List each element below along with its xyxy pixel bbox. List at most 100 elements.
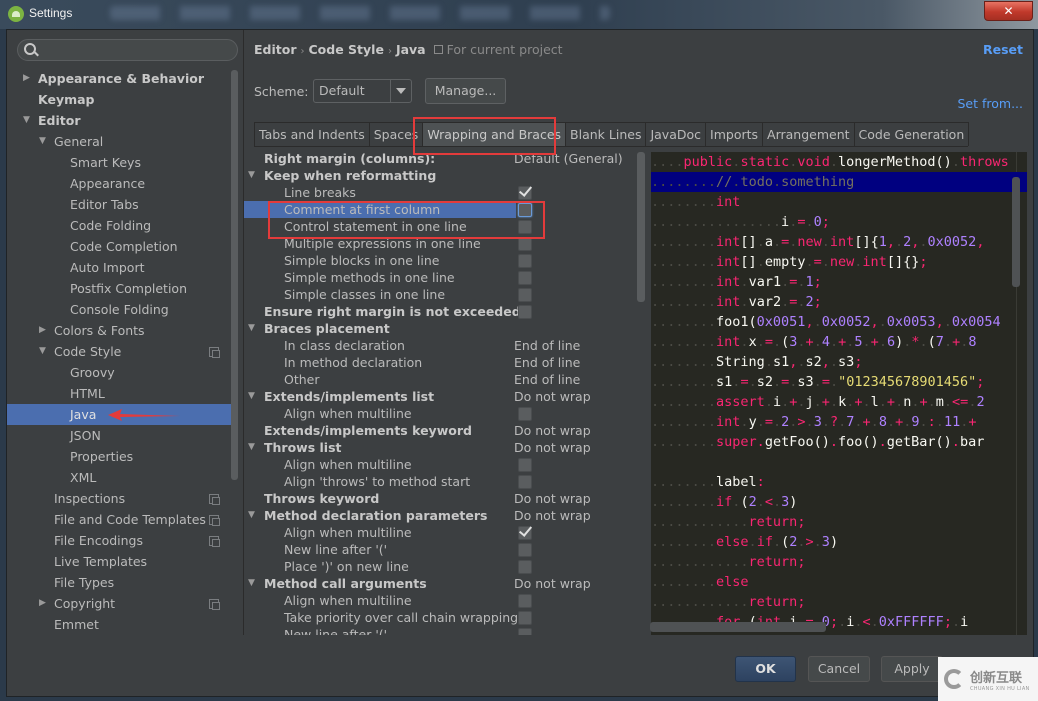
sidebar-item-general[interactable]: ▼ General xyxy=(7,131,231,152)
option-value-select[interactable]: Do not wrap xyxy=(514,388,591,405)
expanded-arrow-icon[interactable]: ▼ xyxy=(248,167,255,184)
option-row-throws-list[interactable]: ▼ Throws list Do not wrap xyxy=(244,439,636,456)
option-row-comment-at-first-column[interactable]: Comment at first column xyxy=(244,201,532,218)
close-button[interactable]: ✕ xyxy=(984,1,1033,21)
tab-arrangement[interactable]: Arrangement xyxy=(762,122,855,146)
sidebar-item-appearance[interactable]: Appearance xyxy=(7,173,231,194)
option-row-align-when-multiline[interactable]: Align when multiline xyxy=(244,524,636,541)
collapsed-arrow-icon[interactable]: ▶ xyxy=(39,593,46,614)
sidebar-item-code-folding[interactable]: Code Folding xyxy=(7,215,231,236)
expanded-arrow-icon[interactable]: ▼ xyxy=(248,507,255,524)
expanded-arrow-icon[interactable]: ▼ xyxy=(23,110,30,131)
option-row-simple-blocks-in-one-line[interactable]: Simple blocks in one line xyxy=(244,252,636,269)
option-row-take-priority-over-call-chain-wrapping[interactable]: Take priority over call chain wrapping xyxy=(244,609,636,626)
option-row-throws-keyword[interactable]: Throws keyword Do not wrap xyxy=(244,490,636,507)
option-row-in-class-declaration[interactable]: In class declaration End of line xyxy=(244,337,636,354)
sidebar-item-properties[interactable]: Properties xyxy=(7,446,231,467)
option-value-select[interactable]: Do not wrap xyxy=(514,490,591,507)
option-row-other[interactable]: Other End of line xyxy=(244,371,636,388)
tab-code-generation[interactable]: Code Generation xyxy=(853,122,970,146)
preview-vertical-scrollbar[interactable] xyxy=(1012,177,1020,287)
option-row-control-statement-in-one-line[interactable]: Control statement in one line xyxy=(244,218,636,235)
sidebar-item-copyright[interactable]: ▶ Copyright xyxy=(7,593,231,614)
expanded-arrow-icon[interactable]: ▼ xyxy=(248,320,255,337)
option-row-in-method-declaration[interactable]: In method declaration End of line xyxy=(244,354,636,371)
sidebar-item-colors-fonts[interactable]: ▶ Colors & Fonts xyxy=(7,320,231,341)
option-value-select[interactable]: Do not wrap xyxy=(514,439,591,456)
collapsed-arrow-icon[interactable]: ▶ xyxy=(39,320,46,341)
tab-javadoc[interactable]: JavaDoc xyxy=(645,122,707,146)
expanded-arrow-icon[interactable]: ▼ xyxy=(39,341,46,362)
apply-button[interactable]: Apply xyxy=(881,656,943,682)
sidebar-item-console-folding[interactable]: Console Folding xyxy=(7,299,231,320)
options-scrollbar[interactable] xyxy=(637,152,645,302)
sidebar-item-live-templates[interactable]: Live Templates xyxy=(7,551,231,572)
option-checkbox[interactable] xyxy=(518,458,532,472)
sidebar-item-editor-tabs[interactable]: Editor Tabs xyxy=(7,194,231,215)
option-row-align-when-multiline[interactable]: Align when multiline xyxy=(244,592,636,609)
option-row-simple-methods-in-one-line[interactable]: Simple methods in one line xyxy=(244,269,636,286)
collapsed-arrow-icon[interactable]: ▶ xyxy=(23,68,30,89)
expanded-arrow-icon[interactable]: ▼ xyxy=(39,131,46,152)
sidebar-item-keymap[interactable]: Keymap xyxy=(7,89,231,110)
sidebar-item-code-completion[interactable]: Code Completion xyxy=(7,236,231,257)
tab-wrapping-and-braces[interactable]: Wrapping and Braces xyxy=(422,122,567,146)
tab-imports[interactable]: Imports xyxy=(705,122,764,146)
manage-button[interactable]: Manage... xyxy=(425,78,506,104)
sidebar-item-file-and-code-templates[interactable]: File and Code Templates xyxy=(7,509,231,530)
preview-horizontal-scrollbar[interactable] xyxy=(650,622,826,632)
option-checkbox[interactable] xyxy=(518,305,532,319)
option-row-multiple-expressions-in-one-line[interactable]: Multiple expressions in one line xyxy=(244,235,636,252)
option-value-select[interactable]: Do not wrap xyxy=(514,422,591,439)
option-row-align-when-multiline[interactable]: Align when multiline xyxy=(244,456,636,473)
option-value-select[interactable]: Do not wrap xyxy=(514,507,591,524)
sidebar-item-postfix-completion[interactable]: Postfix Completion xyxy=(7,278,231,299)
sidebar-item-file-encodings[interactable]: File Encodings xyxy=(7,530,231,551)
option-checkbox[interactable] xyxy=(518,186,532,200)
ok-button[interactable]: OK xyxy=(735,656,796,682)
sidebar-item-appearance-behavior[interactable]: ▶ Appearance & Behavior xyxy=(7,68,231,89)
sidebar-item-code-style[interactable]: ▼ Code Style xyxy=(7,341,231,362)
option-row-new-line-after[interactable]: New line after '(' xyxy=(244,626,636,635)
sidebar-item-editor[interactable]: ▼ Editor xyxy=(7,110,231,131)
sidebar-item-html[interactable]: HTML xyxy=(7,383,231,404)
reset-link[interactable]: Reset xyxy=(983,42,1023,57)
search-input[interactable] xyxy=(17,39,238,61)
set-from-link[interactable]: Set from... xyxy=(957,96,1023,111)
option-checkbox[interactable] xyxy=(518,628,532,635)
option-row-method-declaration-parameters[interactable]: ▼ Method declaration parameters Do not wra… xyxy=(244,507,636,524)
option-value-select[interactable]: End of line xyxy=(514,371,580,388)
option-row-ensure-right-margin-is-not-exceeded[interactable]: Ensure right margin is not exceeded xyxy=(244,303,636,320)
sidebar-item-inspections[interactable]: Inspections xyxy=(7,488,231,509)
sidebar-item-file-types[interactable]: File Types xyxy=(7,572,231,593)
option-checkbox[interactable] xyxy=(518,407,532,421)
option-row-new-line-after[interactable]: New line after '(' xyxy=(244,541,636,558)
sidebar-scrollbar[interactable] xyxy=(231,70,238,480)
option-row-align-throws-to-method-start[interactable]: Align 'throws' to method start xyxy=(244,473,636,490)
option-row-simple-classes-in-one-line[interactable]: Simple classes in one line xyxy=(244,286,636,303)
scheme-select[interactable]: Default xyxy=(313,79,412,103)
expanded-arrow-icon[interactable]: ▼ xyxy=(248,575,255,592)
sidebar-item-xml[interactable]: XML xyxy=(7,467,231,488)
tab-blank-lines[interactable]: Blank Lines xyxy=(565,122,647,146)
sidebar-item-smart-keys[interactable]: Smart Keys xyxy=(7,152,231,173)
sidebar-item-auto-import[interactable]: Auto Import xyxy=(7,257,231,278)
option-row-braces-placement[interactable]: ▼ Braces placement xyxy=(244,320,636,337)
option-checkbox[interactable] xyxy=(518,543,532,557)
expanded-arrow-icon[interactable]: ▼ xyxy=(248,388,255,405)
option-value-select[interactable]: Do not wrap xyxy=(514,575,591,592)
sidebar-item-emmet[interactable]: Emmet xyxy=(7,614,231,635)
option-checkbox[interactable] xyxy=(518,594,532,608)
option-row-align-when-multiline[interactable]: Align when multiline xyxy=(244,405,636,422)
tab-spaces[interactable]: Spaces xyxy=(368,122,424,146)
option-checkbox[interactable] xyxy=(518,288,532,302)
option-value-select[interactable]: End of line xyxy=(514,354,580,371)
cancel-button[interactable]: Cancel xyxy=(808,656,870,682)
option-row-right-margin-columns[interactable]: Right margin (columns): Default (General) xyxy=(244,150,636,167)
option-checkbox[interactable] xyxy=(518,611,532,625)
option-row-line-breaks[interactable]: Line breaks xyxy=(244,184,636,201)
option-checkbox[interactable] xyxy=(518,271,532,285)
option-row-place-on-new-line[interactable]: Place ')' on new line xyxy=(244,558,636,575)
option-checkbox[interactable] xyxy=(518,220,532,234)
option-checkbox[interactable] xyxy=(518,254,532,268)
